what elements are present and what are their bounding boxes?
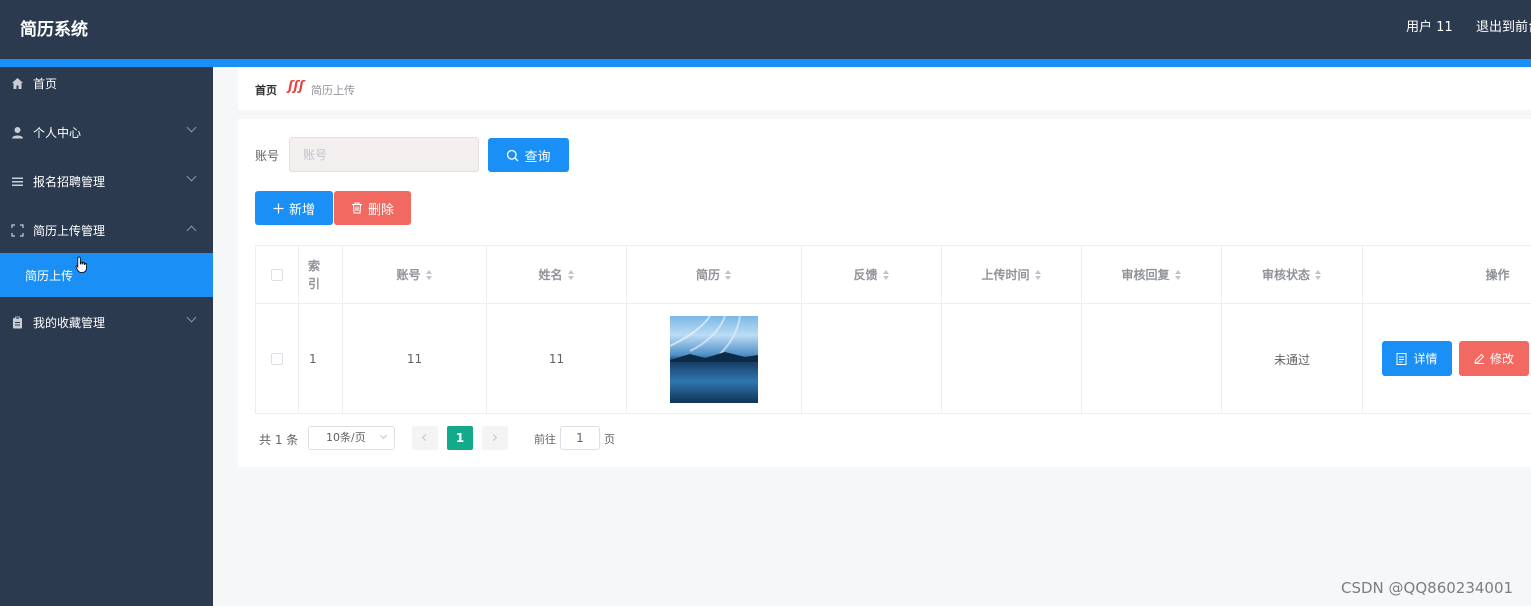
- hand-cursor-icon: [75, 256, 89, 274]
- add-button[interactable]: 新增: [255, 191, 333, 225]
- next-page-button[interactable]: [482, 426, 508, 450]
- add-button-label: 新增: [288, 202, 315, 218]
- sidebar-item-home[interactable]: 首页: [0, 67, 213, 99]
- cell-name: 11: [487, 304, 627, 414]
- header-account[interactable]: 账号: [343, 246, 487, 303]
- sort-icon[interactable]: [725, 269, 732, 280]
- home-icon: [11, 77, 24, 90]
- top-header: 简历系统 用户 11 退出到前台: [0, 0, 1531, 59]
- watermark: CSDN @QQ860234001: [1341, 579, 1514, 597]
- detail-button[interactable]: 详情: [1382, 341, 1452, 376]
- sidebar-item-label: 个人中心: [33, 125, 82, 140]
- chevron-right-icon: [489, 433, 498, 442]
- breadcrumb-current: 简历上传: [311, 84, 355, 97]
- sort-icon[interactable]: [1034, 269, 1042, 280]
- header-feedback[interactable]: 反馈: [802, 246, 942, 303]
- sidebar-item-label: 报名招聘管理: [33, 174, 106, 189]
- header-resume[interactable]: 简历: [627, 246, 802, 303]
- header-accent-strip: [0, 59, 1531, 67]
- document-icon: [1396, 352, 1407, 365]
- sidebar-item-favorites-manage[interactable]: 我的收藏管理: [0, 306, 213, 338]
- header-review-status[interactable]: 审核状态: [1222, 246, 1363, 303]
- list-icon: [11, 175, 24, 188]
- user-name[interactable]: 用户 11: [1406, 16, 1453, 35]
- header-operation: 操作: [1485, 268, 1510, 282]
- header-index: 索引: [299, 246, 343, 303]
- plus-icon: [273, 203, 284, 213]
- cell-resume: [627, 304, 802, 414]
- table-header-row: 索引 账号 姓名 简历 反馈 上传时间 审核回复 审核状态 操作: [256, 246, 1531, 304]
- account-label: 账号: [255, 149, 280, 163]
- header-select-all[interactable]: [256, 246, 299, 303]
- header-upload-time[interactable]: 上传时间: [942, 246, 1082, 303]
- pagination: 共 1 条 10条/页 1 前往 页: [259, 426, 659, 450]
- chevron-down-icon: [186, 122, 197, 133]
- sort-icon[interactable]: [1315, 269, 1322, 280]
- sidebar-subitem-resume-upload[interactable]: 简历上传: [0, 253, 213, 297]
- chevron-up-icon: [186, 225, 197, 236]
- sidebar-item-resume-manage[interactable]: 简历上传管理: [0, 214, 213, 246]
- sidebar-item-label: 我的收藏管理: [33, 315, 106, 330]
- page-size-select[interactable]: 10条/页: [308, 426, 395, 450]
- header-review-reply[interactable]: 审核回复: [1082, 246, 1222, 303]
- detail-button-label: 详情: [1413, 352, 1438, 366]
- select-all-checkbox[interactable]: [271, 268, 283, 281]
- account-search-input[interactable]: [289, 137, 479, 172]
- chevron-left-icon: [421, 433, 430, 442]
- row-select[interactable]: [256, 304, 299, 414]
- chevron-down-icon: [186, 312, 197, 323]
- main-panel: 账号 查询 新增 删除 索引 账号 姓名 简历 反馈 上传时间 审核回复 审核状…: [238, 119, 1531, 467]
- cell-account: 11: [343, 304, 487, 414]
- resume-thumbnail[interactable]: [670, 315, 758, 403]
- query-button[interactable]: 查询: [488, 138, 569, 172]
- breadcrumb: 首页 ʃʃʃ 简历上传: [238, 67, 1531, 110]
- resume-table: 索引 账号 姓名 简历 反馈 上传时间 审核回复 审核状态 操作 1 11 11: [255, 245, 1531, 414]
- cell-index: 1: [299, 304, 343, 414]
- goto-page-input[interactable]: [560, 426, 600, 450]
- trash-icon: [351, 202, 362, 214]
- row-checkbox[interactable]: [271, 353, 283, 365]
- page-number-current[interactable]: 1: [447, 426, 473, 450]
- edit-icon: [1474, 353, 1485, 364]
- clipboard-icon: [11, 316, 24, 329]
- sort-icon[interactable]: [1174, 269, 1182, 280]
- page-size-value: 10条/页: [326, 431, 366, 444]
- header-name[interactable]: 姓名: [487, 246, 627, 303]
- chevron-down-icon: [379, 431, 388, 440]
- search-icon: [507, 149, 519, 161]
- chevron-down-icon: [186, 171, 197, 182]
- sidebar-item-label: 简历上传管理: [33, 223, 106, 238]
- exit-to-front-link[interactable]: 退出到前台: [1476, 16, 1531, 35]
- sidebar-item-label: 首页: [33, 76, 58, 91]
- sidebar: 首页 个人中心 报名招聘管理 简历上传管理 简历上传 我的收藏管理: [0, 67, 213, 606]
- pagination-total: 共 1 条: [259, 433, 299, 447]
- sort-icon[interactable]: [882, 269, 890, 280]
- breadcrumb-home[interactable]: 首页: [255, 82, 277, 98]
- goto-label: 前往: [534, 433, 556, 446]
- cell-review-status: 未通过: [1222, 304, 1363, 414]
- cell-feedback: [802, 304, 942, 414]
- sort-icon[interactable]: [425, 269, 433, 280]
- frame-icon: [11, 223, 24, 237]
- sidebar-item-personal-center[interactable]: 个人中心: [0, 116, 213, 148]
- sidebar-subitem-label: 简历上传: [25, 268, 74, 283]
- sort-icon[interactable]: [567, 269, 575, 280]
- delete-button-label: 删除: [367, 202, 394, 218]
- prev-page-button[interactable]: [412, 426, 438, 450]
- edit-button[interactable]: 修改: [1459, 341, 1529, 376]
- breadcrumb-separator-icon: ʃʃʃ: [288, 79, 305, 94]
- delete-button[interactable]: 删除: [334, 191, 411, 225]
- table-row: 1 11 11 未通过 详情 修改: [256, 304, 1531, 414]
- cell-review-reply: [1082, 304, 1222, 414]
- query-button-label: 查询: [524, 149, 551, 165]
- user-icon: [11, 126, 24, 139]
- sidebar-item-recruit-manage[interactable]: 报名招聘管理: [0, 165, 213, 197]
- edit-button-label: 修改: [1489, 352, 1514, 366]
- cell-upload-time: [942, 304, 1082, 414]
- app-title: 简历系统: [20, 20, 88, 40]
- page-suffix-label: 页: [604, 433, 615, 446]
